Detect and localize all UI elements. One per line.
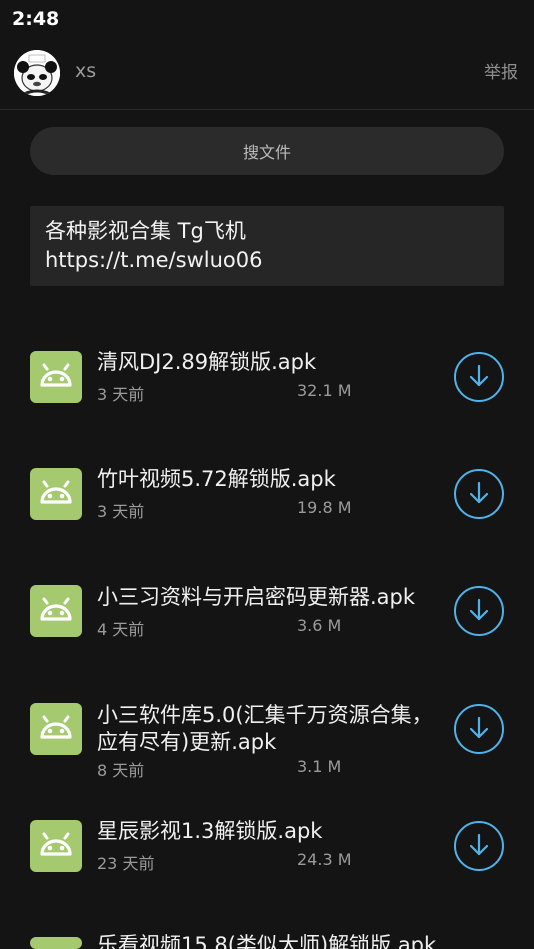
file-age: 3 天前 xyxy=(97,385,145,404)
download-icon xyxy=(469,716,489,739)
file-meta: 4 天前 3.6 M xyxy=(97,616,341,640)
file-name: 星辰影视1.3解锁版.apk xyxy=(97,819,323,843)
file-size: 24.3 M xyxy=(297,850,352,869)
file-name: 小三习资料与开启密码更新器.apk xyxy=(97,585,416,609)
download-icon xyxy=(469,833,489,856)
file-age: 23 天前 xyxy=(97,854,155,873)
download-button[interactable] xyxy=(454,586,504,636)
file-name: 竹叶视频5.72解锁版.apk xyxy=(97,467,336,491)
android-apk-icon xyxy=(30,937,82,949)
file-name: 乐看视频15.8(类似大师)解锁版.apk xyxy=(97,933,437,949)
download-button[interactable] xyxy=(454,704,504,754)
download-button[interactable] xyxy=(454,821,504,871)
download-button[interactable] xyxy=(454,352,504,402)
file-name: 小三软件库5.0(汇集千万资源合集，应有尽有)更新.apk xyxy=(97,703,433,754)
file-age: 3 天前 xyxy=(97,502,145,521)
file-meta: 3 天前 32.1 M xyxy=(97,381,352,405)
download-icon xyxy=(469,598,489,621)
file-size: 3.6 M xyxy=(297,616,342,635)
file-meta: 3 天前 19.8 M xyxy=(97,498,352,522)
file-size: 19.8 M xyxy=(297,498,352,517)
file-meta: 8 天前 3.1 M xyxy=(97,757,341,781)
download-icon xyxy=(469,481,489,504)
android-apk-icon xyxy=(30,585,82,637)
file-list: 清风DJ2.89解锁版.apk 3 天前 32.1 M 竹叶视频5.72解锁版.… xyxy=(0,0,534,949)
file-meta: 23 天前 24.3 M xyxy=(97,850,352,874)
file-age: 8 天前 xyxy=(97,761,145,780)
file-age: 4 天前 xyxy=(97,620,145,639)
file-name: 清风DJ2.89解锁版.apk xyxy=(97,350,317,374)
file-size: 3.1 M xyxy=(297,757,342,776)
download-button[interactable] xyxy=(454,469,504,519)
file-size: 32.1 M xyxy=(297,381,352,400)
android-apk-icon xyxy=(30,468,82,520)
android-apk-icon xyxy=(30,351,82,403)
android-apk-icon xyxy=(30,820,82,872)
download-icon xyxy=(469,364,489,387)
android-apk-icon xyxy=(30,703,82,755)
